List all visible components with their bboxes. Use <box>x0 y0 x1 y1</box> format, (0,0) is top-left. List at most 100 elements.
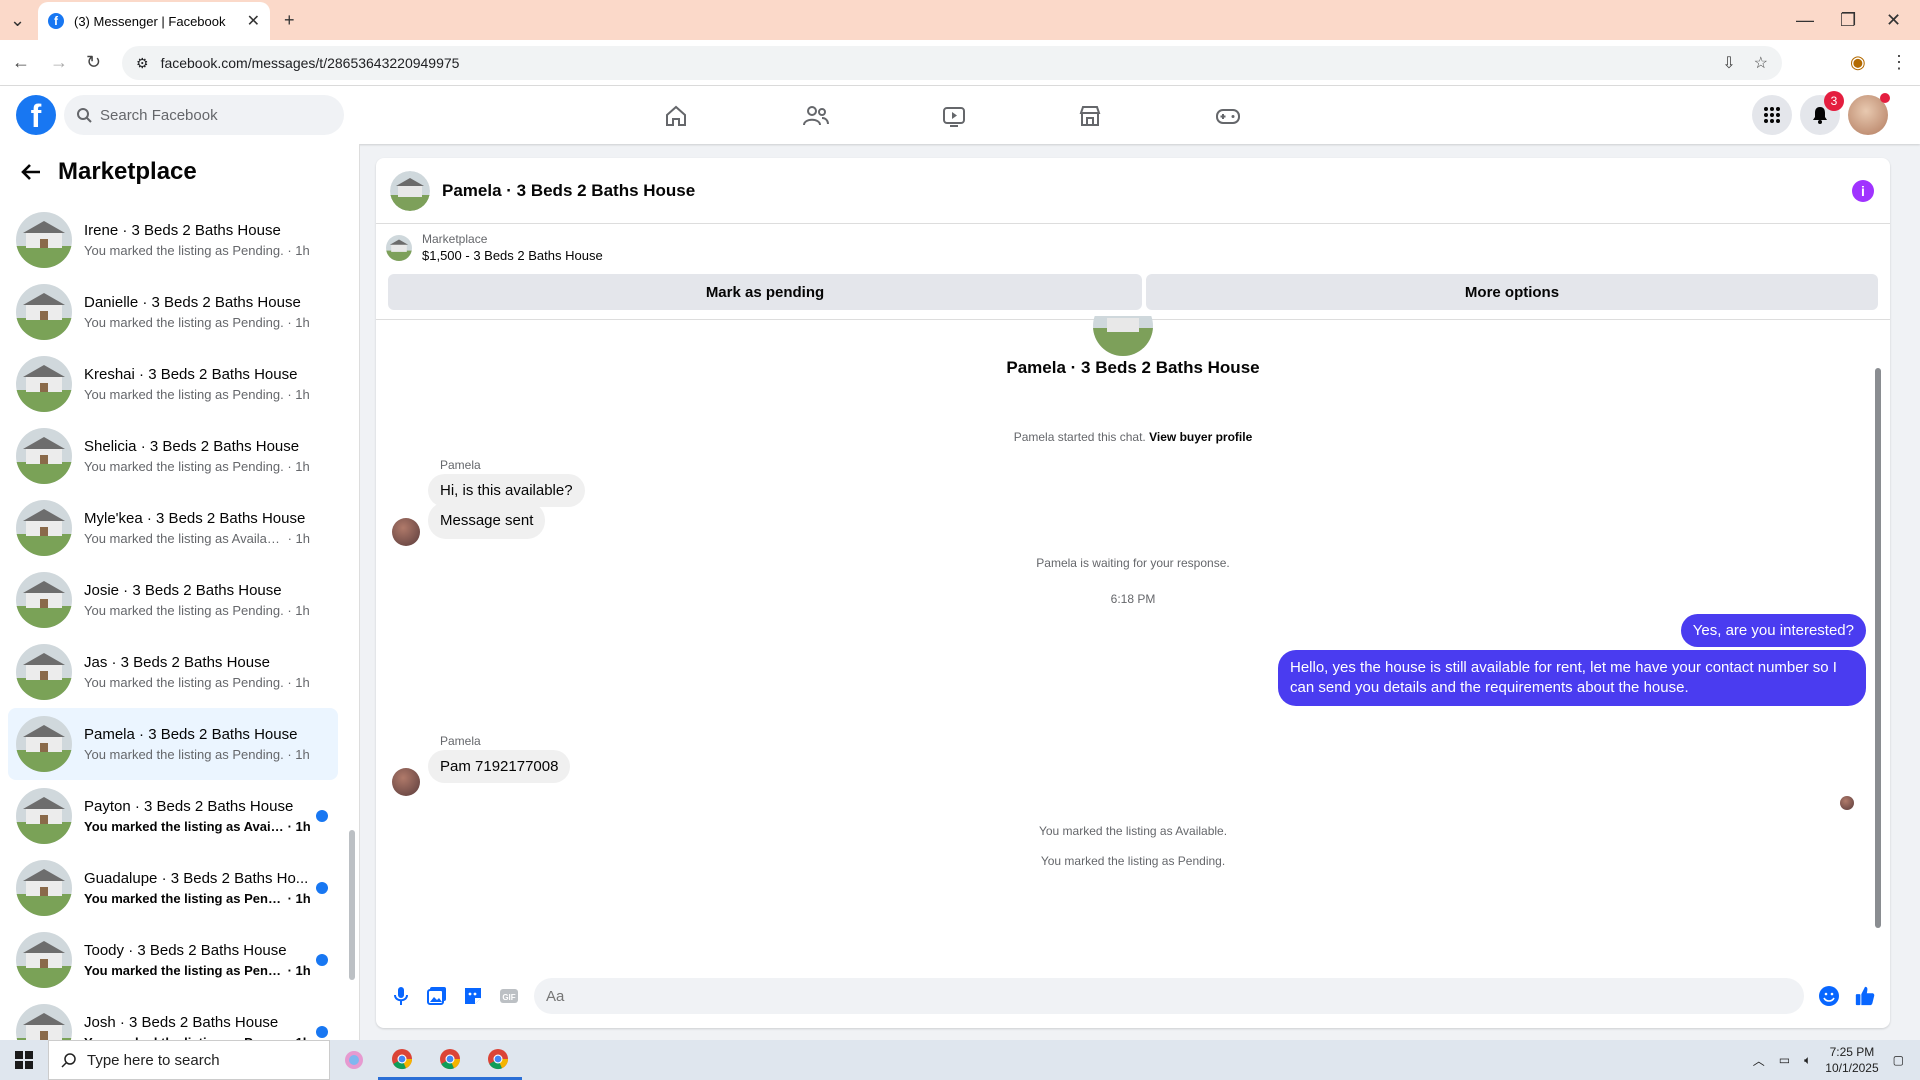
chrome-taskbar-icon[interactable] <box>378 1040 426 1080</box>
close-tab-icon[interactable]: ✕ <box>247 11 260 31</box>
unread-dot <box>316 1026 328 1038</box>
back-arrow-icon[interactable] <box>20 161 42 183</box>
notifications-bell-icon[interactable]: 3 <box>1800 91 1844 135</box>
more-options-button[interactable]: More options <box>1146 274 1878 310</box>
conversation-item[interactable]: Josh · 3 Beds 2 Baths HouseYou marked th… <box>8 996 338 1040</box>
listing-price[interactable]: $1,500 - 3 Beds 2 Baths House <box>422 248 603 263</box>
minimize-icon[interactable]: — <box>1796 8 1814 32</box>
conversation-item[interactable]: Guadalupe · 3 Beds 2 Baths Ho... You mark… <box>8 852 338 924</box>
home-nav-icon[interactable] <box>656 96 696 136</box>
conversation-time: · 1h <box>283 315 310 330</box>
account-avatar[interactable] <box>1848 93 1890 135</box>
conversation-name: Irene · 3 Beds 2 Baths House <box>84 222 281 239</box>
waiting-notice: Pamela is waiting for your response. <box>1036 556 1230 570</box>
avatar-dot <box>1880 93 1890 103</box>
conversation-item[interactable]: Irene · 3 Beds 2 Baths House You marked t… <box>8 204 338 276</box>
sidebar-scrollbar-thumb[interactable] <box>349 830 355 980</box>
video-nav-icon[interactable] <box>934 96 974 136</box>
install-app-icon[interactable]: ⇩ <box>1722 53 1735 73</box>
browser-tab[interactable]: f (3) Messenger | Facebook ✕ <box>38 2 270 40</box>
mark-as-pending-button[interactable]: Mark as pending <box>388 274 1142 310</box>
view-buyer-profile-link[interactable]: View buyer profile <box>1149 430 1252 444</box>
taskbar-clock[interactable]: 7:25 PM 10/1/2025 <box>1825 1044 1878 1076</box>
tray-chevron-icon[interactable]: ︿ <box>1753 1052 1765 1069</box>
conversation-name: Toody · 3 Beds 2 Baths House <box>84 942 287 959</box>
incoming-message[interactable]: Pam 7192177008 <box>428 750 571 783</box>
copilot-icon[interactable] <box>330 1040 378 1080</box>
listing-thumbnail[interactable] <box>386 234 412 261</box>
notification-badge: 3 <box>1824 91 1844 111</box>
volume-icon[interactable]: 🔈︎ <box>1804 1053 1811 1068</box>
conversation-item[interactable]: Jas · 3 Beds 2 Baths House You marked the… <box>8 636 338 708</box>
sidebar-scrollbar[interactable] <box>348 160 356 1030</box>
search-facebook-box[interactable]: Search Facebook <box>64 95 344 135</box>
conversation-item[interactable]: Shelicia · 3 Beds 2 Baths House You marke… <box>8 420 338 492</box>
sender-name: Pamela <box>440 734 481 748</box>
outgoing-message[interactable]: Yes, are you interested? <box>1680 614 1866 647</box>
tab-title: (3) Messenger | Facebook <box>74 13 226 29</box>
conversation-status: You marked the listing as Availa... <box>84 819 284 834</box>
conversation-item[interactable]: Toody · 3 Beds 2 Baths House You marked t… <box>8 924 338 996</box>
new-tab-icon[interactable]: + <box>284 8 295 32</box>
conversation-preview: You marked the listing as Pending. · 1h <box>84 459 330 474</box>
microphone-icon[interactable] <box>390 985 412 1007</box>
conversation-item[interactable]: Kreshai · 3 Beds 2 Baths House You marked… <box>8 348 338 420</box>
site-info-icon[interactable]: ⚙ <box>136 55 149 72</box>
restore-icon[interactable]: ❐ <box>1840 8 1856 32</box>
like-thumb-icon[interactable] <box>1854 985 1876 1007</box>
listing-thumbnail <box>16 500 72 556</box>
incoming-message[interactable]: Message sent <box>428 502 546 539</box>
conversation-item[interactable]: Josie · 3 Beds 2 Baths House You marked t… <box>8 564 338 636</box>
bookmark-star-icon[interactable]: ☆ <box>1754 53 1768 73</box>
menu-grid-icon[interactable] <box>1752 95 1792 135</box>
photo-icon[interactable] <box>426 985 448 1007</box>
conversation-status: You marked the listing as Pending. <box>84 675 284 690</box>
chat-listing-avatar[interactable] <box>390 170 430 211</box>
network-icon[interactable]: ▭ <box>1779 1053 1790 1067</box>
browser-menu-icon[interactable]: ⋮ <box>1890 50 1908 74</box>
close-window-icon[interactable]: ✕ <box>1886 8 1901 32</box>
message-thread: Pamela · 3 Beds 2 Baths House Pamela sta… <box>376 316 1890 950</box>
conversation-name: Danielle · 3 Beds 2 Baths House <box>84 294 301 311</box>
chrome-taskbar-icon[interactable] <box>426 1040 474 1080</box>
outgoing-message[interactable]: Hello, yes the house is still available … <box>1278 650 1866 706</box>
conversation-item[interactable]: Danielle · 3 Beds 2 Baths House You marke… <box>8 276 338 348</box>
conversation-item[interactable]: Payton · 3 Beds 2 Baths House You marked … <box>8 780 338 852</box>
message-input[interactable] <box>534 978 1804 1014</box>
pamela-avatar[interactable] <box>392 768 420 796</box>
gaming-nav-icon[interactable] <box>1208 96 1248 136</box>
facebook-logo-icon[interactable]: f <box>16 95 56 135</box>
conversation-status: You marked the listing as Pendi... <box>84 891 284 906</box>
forward-icon[interactable]: → <box>50 50 68 74</box>
emoji-icon[interactable] <box>1818 985 1840 1007</box>
taskbar-search-box[interactable]: Type here to search <box>48 1040 330 1080</box>
chat-scrollbar[interactable] <box>1874 328 1882 948</box>
marketplace-nav-icon[interactable] <box>1070 96 1110 136</box>
conversation-name: Josie · 3 Beds 2 Baths House <box>84 582 282 599</box>
address-bar[interactable]: ⚙ facebook.com/messages/t/28653643220949… <box>122 46 1782 80</box>
conversation-item[interactable]: Myle'kea · 3 Beds 2 Baths House You marke… <box>8 492 338 564</box>
chrome-taskbar-icon[interactable] <box>474 1040 522 1080</box>
sticker-icon[interactable] <box>462 985 484 1007</box>
chat-scrollbar-thumb[interactable] <box>1875 368 1881 928</box>
pamela-avatar[interactable] <box>392 518 420 546</box>
friends-nav-icon[interactable] <box>796 96 836 136</box>
search-icon <box>77 108 92 123</box>
conversation-time: · 1h <box>283 243 310 258</box>
conversation-name: Shelicia · 3 Beds 2 Baths House <box>84 438 300 455</box>
conversation-info-icon[interactable]: i <box>1852 180 1874 202</box>
windows-start-icon[interactable] <box>0 1040 48 1080</box>
tab-search-icon[interactable]: ⌄ <box>10 8 25 32</box>
profile-icon[interactable]: ◉ <box>1850 50 1866 74</box>
notification-center-icon[interactable]: ▢ <box>1893 1053 1904 1067</box>
conversation-status: You marked the listing as Pending. <box>84 459 284 474</box>
chat-title[interactable]: Pamela · 3 Beds 2 Baths House <box>442 181 695 201</box>
gif-icon[interactable]: GIF <box>498 985 520 1007</box>
conversation-time: · 1h <box>283 675 310 690</box>
chat-header: Pamela · 3 Beds 2 Baths House <box>376 158 1890 224</box>
facebook-header: f Search Facebook 3 <box>0 86 1920 144</box>
back-icon[interactable]: ← <box>12 50 30 74</box>
conversation-item[interactable]: Pamela · 3 Beds 2 Baths House You marked … <box>8 708 338 780</box>
reload-icon[interactable]: ↻ <box>86 50 101 74</box>
listing-thumbnail <box>16 1004 72 1040</box>
